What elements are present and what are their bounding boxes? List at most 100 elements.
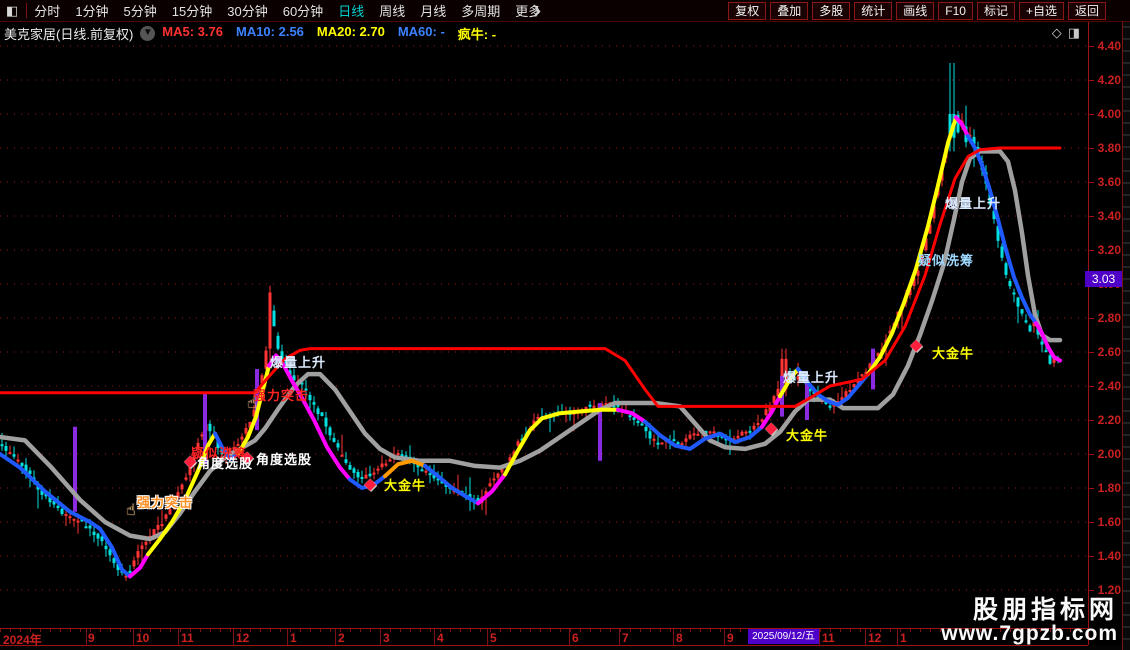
date-axis: 2024年 9 10 11 12 1 2 3 4 5 6 7 8 9 11 12 1: [0, 628, 1088, 647]
price-tick: [1089, 590, 1094, 591]
toolbar-button[interactable]: 统计: [854, 1, 893, 20]
ma-value: 疯牛: -: [457, 26, 497, 42]
toolbar-button[interactable]: 标记: [976, 1, 1015, 20]
ma-values: MA5: 3.76 MA10: 2.56 MA20: 2.70 MA60: - 疯牛: …: [162, 24, 509, 43]
price-tick: [1089, 454, 1094, 455]
split-window-icon[interactable]: ◧: [6, 1, 18, 21]
month-separator: [487, 629, 488, 645]
price-tick: [1089, 386, 1094, 387]
chevron-right-icon[interactable]: ❯: [532, 4, 541, 17]
price-label: 2.80: [1097, 311, 1121, 325]
chevron-down-icon[interactable]: ▼: [140, 25, 156, 41]
month-separator: [434, 629, 435, 645]
price-tick: [1089, 420, 1094, 421]
x-axis-month: 9: [727, 631, 734, 645]
month-separator: [380, 629, 381, 645]
price-axis: 4.404.204.003.803.603.403.203.002.802.60…: [1088, 21, 1123, 645]
month-separator: [673, 629, 674, 645]
price-label: 4.40: [1097, 39, 1121, 53]
watermark-site-name: 股朋指标网: [972, 596, 1118, 624]
x-axis-month: 11: [181, 631, 194, 645]
ma-value: MA20: 2.70: [316, 23, 385, 39]
period-tab[interactable]: 60分钟: [283, 1, 323, 20]
toolbar-button[interactable]: 画线: [896, 1, 935, 20]
price-label: 2.60: [1097, 345, 1121, 359]
x-axis-month: 3: [383, 631, 390, 645]
price-label: 1.80: [1097, 481, 1121, 495]
ma-value: MA5: 3.76: [162, 23, 223, 39]
month-separator: [569, 629, 570, 645]
toolbar-button[interactable]: 叠加: [770, 1, 809, 20]
panel-toggle-icon[interactable]: ◨: [1068, 25, 1080, 41]
price-tick: [1089, 182, 1094, 183]
period-tab[interactable]: 多周期: [461, 1, 500, 20]
toolbar-button[interactable]: 多股: [812, 1, 851, 20]
month-separator: [819, 629, 820, 645]
collapsed-quote-panel[interactable]: [1122, 21, 1130, 650]
price-label: 2.20: [1097, 413, 1121, 427]
toolbar-button[interactable]: F10: [938, 1, 973, 20]
x-axis-month: 5: [490, 631, 497, 645]
price-label: 4.20: [1097, 73, 1121, 87]
price-label: 4.00: [1097, 107, 1121, 121]
month-separator: [865, 629, 866, 645]
period-tab[interactable]: 日线: [338, 1, 364, 20]
price-tick: [1089, 522, 1094, 523]
date-axis-ticks: [0, 629, 1088, 632]
watermark: 股朋指标网 www.7gpzb.com: [941, 597, 1118, 645]
toolbar-button[interactable]: +自选: [1018, 1, 1064, 20]
ma-value: MA10: 2.56: [235, 23, 304, 39]
price-tick: [1089, 148, 1094, 149]
price-tick: [1089, 46, 1094, 47]
x-axis-month: 9: [88, 631, 95, 645]
price-label: 3.20: [1097, 243, 1121, 257]
cursor-date-tag: 2025/09/12/五: [748, 629, 819, 644]
period-tab[interactable]: 月线: [420, 1, 446, 20]
price-label: 1.20: [1097, 583, 1121, 597]
price-label: 1.60: [1097, 515, 1121, 529]
x-axis-month: 11: [822, 631, 835, 645]
period-tab[interactable]: 分时: [34, 1, 60, 20]
month-separator: [619, 629, 620, 645]
period-tab[interactable]: 30分钟: [227, 1, 267, 20]
toolbar-right-buttons: 复权 叠加 多股 统计 画线 F10 标记 +自选 返回: [728, 1, 1106, 20]
x-axis-month: 7: [622, 631, 629, 645]
price-tick: [1089, 250, 1094, 251]
price-label: 2.00: [1097, 447, 1121, 461]
price-label: 1.40: [1097, 549, 1121, 563]
month-separator: [335, 629, 336, 645]
diamond-marker-icon[interactable]: ◇: [1052, 25, 1062, 41]
x-axis-month: 12: [236, 631, 250, 645]
price-label: 3.60: [1097, 175, 1121, 189]
period-tab[interactable]: 1分钟: [75, 1, 108, 20]
ma-value: MA60: -: [397, 23, 445, 39]
x-axis-month: 1: [900, 631, 907, 645]
last-price-tag: 3.03: [1085, 270, 1122, 287]
price-tick: [1089, 556, 1094, 557]
price-tick: [1089, 488, 1094, 489]
period-tab[interactable]: 15分钟: [172, 1, 212, 20]
info-row: 美克家居(日线.前复权) ▼ MA5: 3.76 MA10: 2.56 MA20: …: [0, 21, 1088, 45]
toolbar-button[interactable]: 复权: [728, 1, 767, 20]
candlestick-chart: [0, 45, 1088, 591]
period-tab[interactable]: 5分钟: [124, 1, 157, 20]
price-tick: [1089, 80, 1094, 81]
month-separator: [724, 629, 725, 645]
top-toolbar: ◧ 分时 1分钟 5分钟 15分钟 30分钟 60分钟 日线 周线 月线 多周期 更多 ❯ 复权 叠加…: [0, 0, 1130, 22]
period-tabs: 分时 1分钟 5分钟 15分钟 30分钟 60分钟 日线 周线 月线 多周期 更多: [34, 1, 541, 20]
x-axis-month: 2024年: [3, 633, 42, 647]
month-separator: [133, 629, 134, 645]
period-tab[interactable]: 周线: [379, 1, 405, 20]
month-separator: [178, 629, 179, 645]
stock-title: 美克家居(日线.前复权): [4, 26, 134, 42]
x-axis-month: 6: [572, 631, 579, 645]
month-separator: [287, 629, 288, 645]
price-label: 3.80: [1097, 141, 1121, 155]
x-axis-month: 4: [437, 631, 444, 645]
toolbar-button[interactable]: 返回: [1067, 1, 1106, 20]
chart-canvas[interactable]: ☝ ☝ ◆ ◆ ◆ ◆ ◆ 强力突击 强力突击 爆量上升 疑似洗筹 角度选股 角度选股 大金牛 爆量上升 大金…: [0, 45, 1088, 628]
x-axis-month: 2: [338, 631, 345, 645]
price-label: 2.40: [1097, 379, 1121, 393]
price-label: 3.40: [1097, 209, 1121, 223]
x-axis-month: 8: [676, 631, 683, 645]
